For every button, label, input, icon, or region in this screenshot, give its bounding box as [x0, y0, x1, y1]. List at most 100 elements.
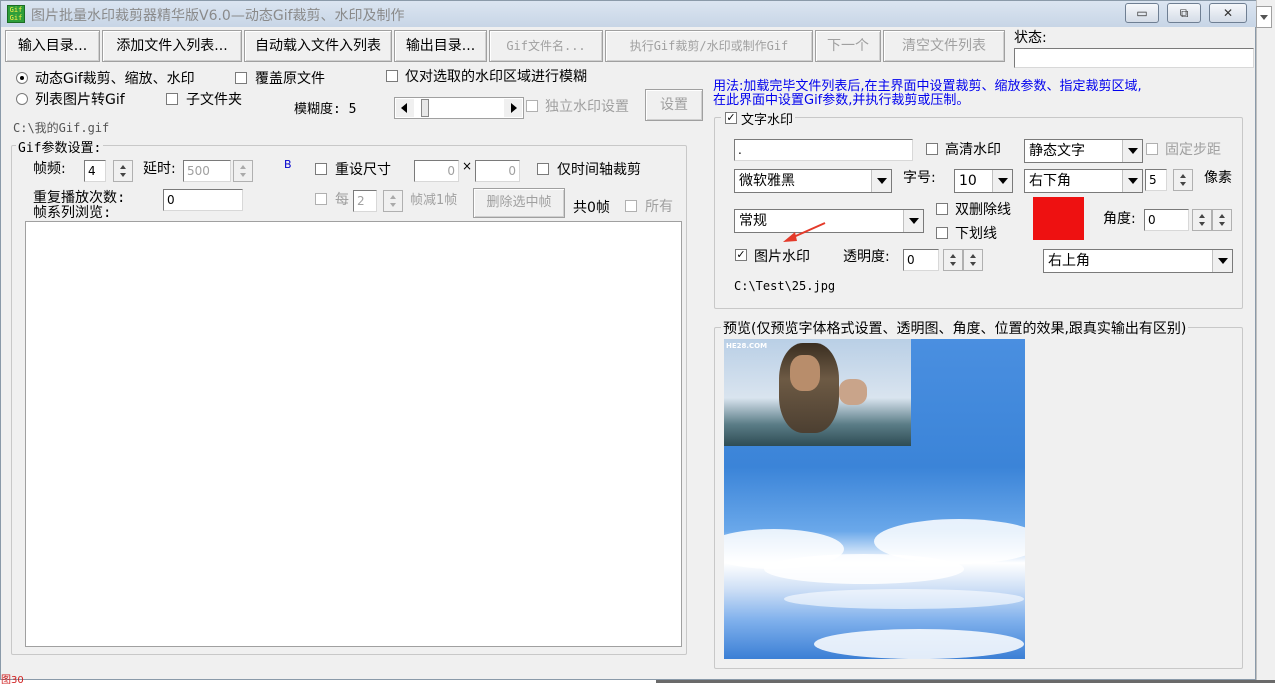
- all-label: 所有: [645, 199, 673, 215]
- time-axis-checkbox[interactable]: [537, 163, 549, 175]
- settings-button[interactable]: 设置: [645, 89, 703, 121]
- subfolder-checkbox[interactable]: [166, 93, 178, 105]
- mode-gif-label: 动态Gif裁剪、缩放、水印: [35, 71, 195, 87]
- angle-spinner-1[interactable]: [1192, 209, 1212, 231]
- frame-browse-label: 帧系列浏览:: [33, 205, 112, 221]
- independent-wm-checkbox[interactable]: [526, 100, 538, 112]
- frame-rate-spinner[interactable]: [113, 160, 133, 182]
- execute-button[interactable]: 执行Gif裁剪/水印或制作Gif: [605, 30, 813, 62]
- delay-label: 延时:: [143, 161, 176, 177]
- mode-select[interactable]: 静态文字: [1024, 139, 1143, 163]
- file-path-label: C:\我的Gif.gif: [13, 121, 110, 135]
- auto-load-button[interactable]: 自动载入文件入列表: [244, 30, 392, 62]
- underline-checkbox[interactable]: [936, 227, 948, 239]
- total-frames-label: 共0帧: [573, 200, 610, 216]
- output-dir-button[interactable]: 输出目录...: [394, 30, 487, 62]
- repeat-input[interactable]: 0: [163, 189, 243, 211]
- slider-right-icon[interactable]: [504, 99, 522, 117]
- frame-rate-input[interactable]: 4: [84, 160, 106, 182]
- frame-rate-label: 帧频:: [33, 161, 66, 177]
- mode-gif-radio[interactable]: [16, 72, 28, 84]
- image-position-select[interactable]: 右上角: [1043, 249, 1233, 273]
- opacity-spinner-1[interactable]: [943, 249, 963, 271]
- gif-name-button[interactable]: Gif文件名...: [489, 30, 603, 62]
- status-label: 状态:: [1014, 30, 1047, 46]
- background-dropdown: [1256, 6, 1272, 28]
- offset-input[interactable]: 5: [1145, 169, 1167, 191]
- every-label: 每: [335, 192, 349, 208]
- title-bar: Gif Gif 图片批量水印裁剪器精华版V6.0—动态Gif裁剪、水印及制作 ▭…: [1, 1, 1257, 27]
- reduce-label: 帧减1帧: [410, 193, 458, 208]
- watermark-photo: HE28.COM: [724, 339, 911, 446]
- add-files-button[interactable]: 添加文件入列表...: [102, 30, 242, 62]
- angle-label: 角度:: [1103, 211, 1136, 227]
- blur-slider[interactable]: [394, 97, 524, 119]
- blur-selected-checkbox[interactable]: [386, 70, 398, 82]
- text-wm-checkbox[interactable]: ✓: [725, 112, 737, 124]
- every-spinner[interactable]: [383, 190, 403, 212]
- offset-spinner[interactable]: [1173, 169, 1193, 191]
- app-icon: Gif Gif: [7, 5, 25, 23]
- bottom-hint: 图30: [1, 675, 24, 686]
- window-title: 图片批量水印裁剪器精华版V6.0—动态Gif裁剪、水印及制作: [31, 8, 405, 24]
- close-button[interactable]: ✕: [1209, 3, 1247, 23]
- angle-input[interactable]: 0: [1144, 209, 1189, 231]
- blur-label: 模糊度: 5: [294, 102, 357, 117]
- size-label: 字号:: [903, 170, 936, 186]
- size-select[interactable]: 10: [954, 169, 1013, 193]
- position-select[interactable]: 右下角: [1024, 169, 1143, 193]
- font-select[interactable]: 微软雅黑: [734, 169, 892, 193]
- resize-label: 重设尺寸: [335, 162, 391, 178]
- independent-wm-label: 独立水印设置: [545, 99, 629, 115]
- clear-list-button[interactable]: 清空文件列表: [883, 30, 1005, 62]
- mode-list-radio[interactable]: [16, 93, 28, 105]
- usage-hint-line1: 用法:加载完毕文件列表后,在主界面中设置裁剪、缩放参数、指定裁剪区域,: [713, 79, 1142, 94]
- resize-checkbox[interactable]: [315, 163, 327, 175]
- hd-label: 高清水印: [945, 142, 1001, 158]
- usage-hint-line2: 在此界面中设置Gif参数,并执行裁剪或压制。: [713, 93, 970, 108]
- fixed-step-checkbox[interactable]: [1146, 143, 1158, 155]
- opacity-input[interactable]: 0: [903, 249, 939, 271]
- height-input[interactable]: 0: [475, 160, 520, 182]
- image-wm-checkbox[interactable]: ✓: [735, 249, 747, 261]
- image-wm-label: 图片水印: [754, 249, 810, 265]
- opacity-label: 透明度:: [843, 249, 890, 265]
- minimize-button[interactable]: ▭: [1125, 3, 1159, 23]
- blur-selected-label: 仅对选取的水印区域进行模糊: [405, 69, 587, 85]
- b-label: B: [284, 158, 292, 171]
- style-select[interactable]: 常规: [734, 209, 924, 233]
- fixed-step-label: 固定步距: [1165, 142, 1221, 158]
- strike-label: 双删除线: [955, 202, 1011, 218]
- strike-checkbox[interactable]: [936, 203, 948, 215]
- width-input[interactable]: 0: [414, 160, 459, 182]
- every-checkbox[interactable]: [315, 193, 327, 205]
- slider-left-icon[interactable]: [396, 99, 414, 117]
- overwrite-label: 覆盖原文件: [255, 71, 325, 87]
- color-swatch[interactable]: [1033, 197, 1084, 240]
- every-input[interactable]: 2: [353, 190, 377, 212]
- delay-input[interactable]: 500: [183, 160, 231, 182]
- pointer-arrow-icon: [783, 222, 826, 242]
- status-field: [1014, 48, 1254, 68]
- overwrite-checkbox[interactable]: [235, 72, 247, 84]
- maximize-button[interactable]: ⧉: [1167, 3, 1201, 23]
- time-axis-label: 仅时间轴裁剪: [557, 162, 641, 178]
- next-button[interactable]: 下一个: [815, 30, 881, 62]
- wm-text-input[interactable]: .: [734, 139, 913, 161]
- background-window-edge: [1256, 0, 1275, 683]
- mode-list-label: 列表图片转Gif: [35, 92, 125, 108]
- all-checkbox[interactable]: [625, 200, 637, 212]
- angle-spinner-2[interactable]: [1212, 209, 1232, 231]
- gif-params-title: Gif参数设置:: [16, 137, 104, 156]
- delete-selected-button[interactable]: 删除选中帧: [473, 188, 565, 218]
- underline-label: 下划线: [955, 226, 997, 242]
- input-dir-button[interactable]: 输入目录...: [5, 30, 100, 62]
- preview-title: 预览(仅预览字体格式设置、透明图、角度、位置的效果,跟真实输出有区别): [721, 318, 1189, 338]
- subfolder-label: 子文件夹: [186, 92, 242, 108]
- opacity-spinner-2[interactable]: [963, 249, 983, 271]
- frame-list[interactable]: [25, 221, 682, 647]
- delay-spinner[interactable]: [233, 160, 253, 182]
- slider-thumb[interactable]: [421, 99, 429, 117]
- main-window: Gif Gif 图片批量水印裁剪器精华版V6.0—动态Gif裁剪、水印及制作 ▭…: [0, 0, 1257, 686]
- hd-checkbox[interactable]: [926, 143, 938, 155]
